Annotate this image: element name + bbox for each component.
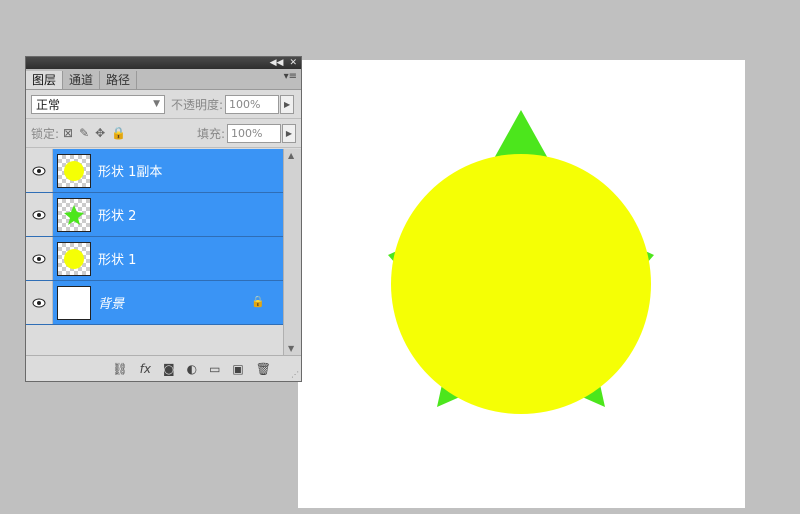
link-icon[interactable]: ⛓ [112,362,127,376]
document-canvas[interactable] [298,60,745,508]
layers-panel: ◀◀ ✕ 图层 通道 路径 ▾≡ 正常 ▼ 不透明度: 100% ▶ 锁定: ⊠… [25,56,302,382]
eye-icon[interactable] [26,149,53,192]
panel-bottom-bar: ⛓ fx ◙ ◐ ▭ ▣ 🗑 ⋰ [26,355,301,381]
fill-input[interactable]: 100% [227,123,281,143]
layer-row[interactable]: 形状 1 [26,237,283,281]
lock-row: 锁定: ⊠ ✎ ✥ 🔒 填充: 100% ▶ [26,119,301,148]
opacity-label: 不透明度: [171,97,224,112]
layer-thumbnail [57,241,91,276]
panel-tabs: 图层 通道 路径 ▾≡ [26,69,301,90]
scroll-down-icon[interactable]: ▼ [288,344,294,353]
eye-icon[interactable] [26,237,53,280]
lock-options: ⊠ ✎ ✥ 🔒 [63,126,126,140]
mask-icon[interactable]: ◙ [163,362,175,376]
folder-icon[interactable]: ▭ [209,362,220,376]
scroll-up-icon[interactable]: ▲ [288,151,294,160]
tab-layers[interactable]: 图层 [26,71,64,89]
layer-row[interactable]: 形状 1副本 [26,149,283,193]
layer-thumbnail [57,153,91,188]
lock-brush-icon[interactable]: ✎ [79,126,89,140]
new-layer-icon[interactable]: ▣ [232,362,243,376]
layer-row[interactable]: 形状 2 [26,193,283,237]
tab-channels[interactable]: 通道 [63,71,101,89]
adjustment-icon[interactable]: ◐ [187,362,197,376]
layer-name[interactable]: 背景 [98,293,124,312]
fx-icon[interactable]: fx [140,362,151,376]
opacity-input[interactable]: 100% [225,94,280,114]
panel-titlebar[interactable]: ◀◀ ✕ [26,57,301,69]
lock-transparent-icon[interactable]: ⊠ [63,126,73,140]
blend-mode-select[interactable]: 正常 ▼ [31,94,165,114]
close-icon[interactable]: ✕ [289,57,297,69]
layer-name[interactable]: 形状 2 [98,205,136,224]
fill-label: 填充: [196,126,225,141]
blend-row: 正常 ▼ 不透明度: 100% ▶ [26,90,301,119]
lock-all-icon[interactable]: 🔒 [111,126,126,140]
lock-label: 锁定: [31,126,60,141]
layer-thumbnail [57,197,91,232]
layer-row[interactable]: 背景 🔒 [26,281,283,325]
layer-name[interactable]: 形状 1副本 [98,161,162,180]
eye-icon[interactable] [26,193,53,236]
trash-icon[interactable]: 🗑 [256,362,271,376]
resize-grip-icon[interactable]: ⋰ [291,370,299,379]
canvas-artwork [388,110,654,414]
lock-move-icon[interactable]: ✥ [95,126,105,140]
layer-thumbnail [57,285,91,320]
chevron-down-icon: ▼ [153,99,160,109]
blend-mode-value: 正常 [36,97,61,112]
layers-list: 形状 1副本 形状 2 形状 1 背景 � [26,149,283,329]
tab-paths[interactable]: 路径 [100,71,138,89]
yellow-circle-shape [391,154,651,414]
layer-name[interactable]: 形状 1 [98,249,136,268]
fill-arrow-icon[interactable]: ▶ [282,123,296,143]
opacity-arrow-icon[interactable]: ▶ [280,94,295,114]
collapse-icon[interactable]: ◀◀ [270,57,284,69]
eye-icon[interactable] [26,281,53,324]
panel-menu-icon[interactable]: ▾≡ [284,71,297,82]
layers-scrollbar[interactable]: ▲ ▼ [283,149,301,355]
lock-icon: 🔒 [251,295,265,308]
